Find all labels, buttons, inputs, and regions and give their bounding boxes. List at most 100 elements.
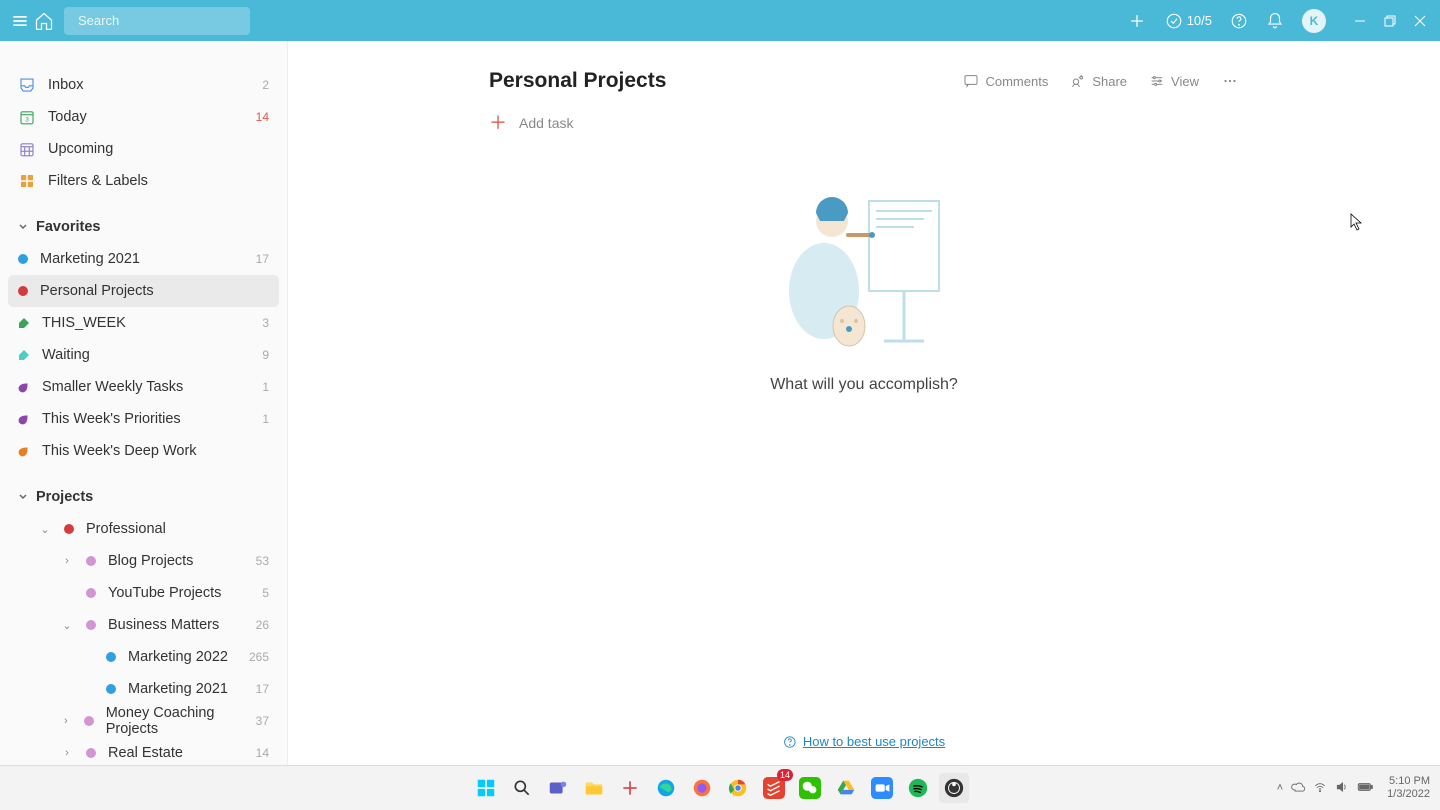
chevron-down-icon: ⌄ [38,523,52,536]
tray-battery-icon[interactable] [1357,780,1373,797]
project-real-estate[interactable]: ›Real Estate14 [8,737,279,765]
help-icon[interactable] [1230,12,1248,30]
project-dot-icon [18,286,28,296]
project-marketing-2022[interactable]: Marketing 2022265 [8,641,279,673]
project-blog[interactable]: ›Blog Projects53 [8,545,279,577]
favorite-marketing-2021[interactable]: Marketing 202117 [8,243,279,275]
project-professional[interactable]: ⌄Professional [8,513,279,545]
plus-icon: ＋ [489,114,507,132]
share-icon [1070,73,1086,89]
project-dot-icon [18,254,28,264]
notifications-icon[interactable] [1266,12,1284,30]
chevron-down-icon [18,222,28,232]
chevron-right-icon: › [60,747,74,759]
maximize-icon[interactable] [1384,15,1396,27]
tray-cloud-icon[interactable] [1291,780,1305,797]
comment-icon [963,73,979,89]
search-box[interactable] [64,7,250,35]
favorite-waiting[interactable]: Waiting9 [8,339,279,371]
comments-button[interactable]: Comments [963,73,1048,89]
zoom-icon[interactable] [867,773,897,803]
main-panel: Personal Projects Comments Share View [288,41,1440,765]
empty-illustration [764,171,964,356]
help-circle-icon [783,735,797,749]
clock[interactable]: 5:10 PM 1/3/2022 [1387,775,1430,801]
app-body: Inbox23Today14UpcomingFilters & Labels F… [0,41,1440,765]
project-dot-icon [84,716,94,726]
obs-icon[interactable] [939,773,969,803]
chevron-down-icon [18,492,28,502]
projects-label: Projects [36,489,93,505]
filter-icon [16,379,33,396]
tag-icon [18,317,30,329]
drive-icon[interactable] [831,773,861,803]
favorite-smaller-weekly[interactable]: Smaller Weekly Tasks1 [8,371,279,403]
project-marketing-2021-p[interactable]: Marketing 202117 [8,673,279,705]
snip-icon[interactable] [615,773,645,803]
sidebar-nav-today[interactable]: 3Today14 [8,101,279,133]
view-button[interactable]: View [1149,73,1199,89]
spotify-icon[interactable] [903,773,933,803]
explorer-icon[interactable] [579,773,609,803]
projects-header[interactable]: Projects [8,481,279,513]
start-button[interactable] [471,773,501,803]
chrome-icon[interactable] [723,773,753,803]
sidebar-nav-filters[interactable]: Filters & Labels [8,165,279,197]
chevron-down-icon: ⌄ [60,619,74,632]
add-task-button[interactable]: ＋ Add task [489,105,1239,141]
project-business[interactable]: ⌄Business Matters26 [8,609,279,641]
teams-icon[interactable] [543,773,573,803]
chevron-right-icon: › [60,555,74,567]
productivity-score: 10/5 [1187,13,1212,28]
svg-text:3: 3 [25,117,29,124]
page-title: Personal Projects [489,69,666,93]
project-dot-icon [64,524,74,534]
edge-icon[interactable] [651,773,681,803]
inbox-icon [18,76,36,94]
project-dot-icon [106,684,116,694]
project-dot-icon [86,620,96,630]
favorite-this-week[interactable]: THIS_WEEK3 [8,307,279,339]
project-dot-icon [86,748,96,758]
chevron-right-icon: › [60,715,72,727]
project-dot-icon [106,652,116,662]
project-dot-icon [86,588,96,598]
close-icon[interactable] [1414,15,1426,27]
favorite-priorities[interactable]: This Week's Priorities1 [8,403,279,435]
tray-chevron-icon[interactable]: ˄ [1277,782,1283,794]
tag-icon [18,349,30,361]
project-money-coaching[interactable]: ›Money Coaching Projects37 [8,705,279,737]
search-input[interactable] [78,13,254,28]
share-button[interactable]: Share [1070,73,1127,89]
app-topbar: 10/5 K [0,0,1440,41]
calendar-today-icon: 3 [18,108,36,126]
home-icon[interactable] [34,11,54,31]
sidebar-nav-inbox[interactable]: Inbox2 [8,69,279,101]
filter-icon [16,443,33,460]
tray-wifi-icon[interactable] [1313,780,1327,797]
minimize-icon[interactable] [1354,15,1366,27]
help-link[interactable]: How to best use projects [783,734,945,749]
avatar[interactable]: K [1302,9,1326,33]
favorites-label: Favorites [36,219,100,235]
todoist-icon[interactable]: 14 [759,773,789,803]
menu-icon[interactable] [10,11,30,31]
favorite-deep-work[interactable]: This Week's Deep Work [8,435,279,467]
cursor-icon [1348,213,1364,233]
filter-icon [16,411,33,428]
productivity-icon[interactable]: 10/5 [1165,12,1212,30]
sidebar-nav-upcoming[interactable]: Upcoming [8,133,279,165]
project-youtube[interactable]: YouTube Projects5 [8,577,279,609]
search-taskbar-icon[interactable] [507,773,537,803]
favorites-header[interactable]: Favorites [8,211,279,243]
sliders-icon [1149,73,1165,89]
add-icon[interactable] [1127,11,1147,31]
more-button[interactable] [1221,72,1239,90]
favorite-personal-projects[interactable]: Personal Projects [8,275,279,307]
empty-caption: What will you accomplish? [770,376,958,394]
wechat-icon[interactable] [795,773,825,803]
grid-icon [18,172,36,190]
tray-volume-icon[interactable] [1335,780,1349,797]
firefox-icon[interactable] [687,773,717,803]
more-icon [1221,72,1239,90]
